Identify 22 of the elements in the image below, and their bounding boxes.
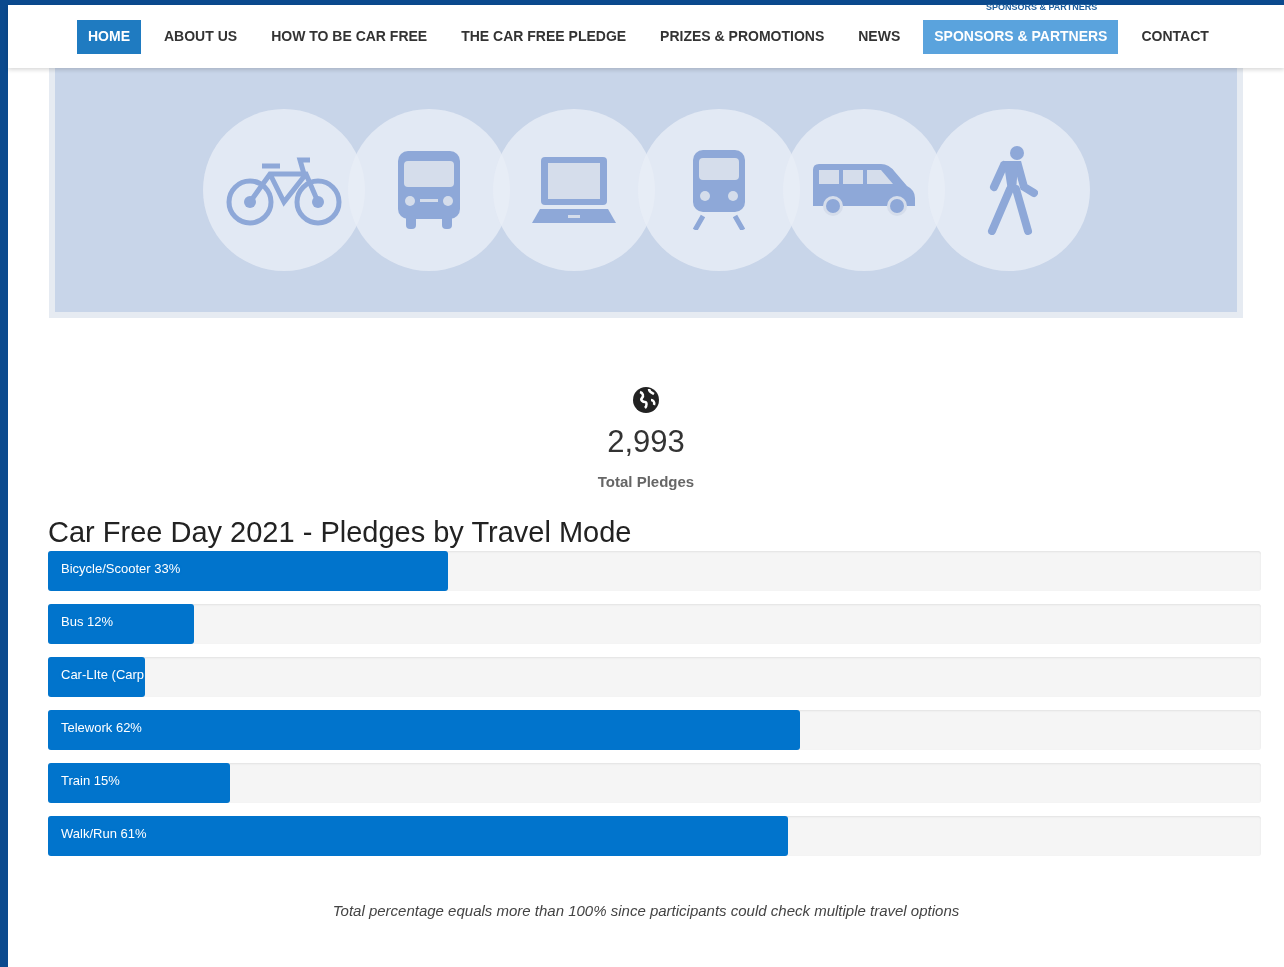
nav-tab[interactable]: ABOUT US — [153, 19, 249, 54]
bar-label: Bus 12% — [61, 614, 114, 628]
bar-label: Bicycle/Scooter 33% — [61, 561, 181, 575]
pledge-label: Total Pledges — [597, 472, 695, 492]
van-icon — [810, 162, 917, 218]
bar-label: Train 15% — [61, 773, 120, 787]
nav-tab[interactable]: HOW TO BE CAR FREE — [260, 19, 439, 54]
bar-label: Car-LIte (Carp — [61, 667, 145, 681]
dropdown-heading: SPONSORS & PARTNERS — [986, 3, 1098, 12]
nav-tab[interactable]: NEWS — [847, 19, 912, 54]
bar-label: Walk/Run 61% — [61, 826, 147, 840]
bar-label: Telework 62% — [61, 720, 142, 734]
pledge-count: 2,993 — [607, 426, 685, 457]
globe-icon — [632, 386, 660, 414]
footnote: Total percentage equals more than 100% since participants could check multiple travel options — [331, 900, 961, 921]
bus-icon — [397, 151, 460, 229]
nav-tab[interactable]: CONTACT — [1130, 19, 1220, 54]
chart-title: Car Free Day 2021 - Pledges by Travel Mode — [48, 517, 633, 547]
nav-tab[interactable]: HOME — [77, 19, 141, 54]
nav-tab[interactable]: PRIZES & PROMOTIONS — [649, 19, 836, 54]
laptop-icon — [531, 157, 616, 223]
nav-tab[interactable]: THE CAR FREE PLEDGE — [450, 19, 638, 54]
